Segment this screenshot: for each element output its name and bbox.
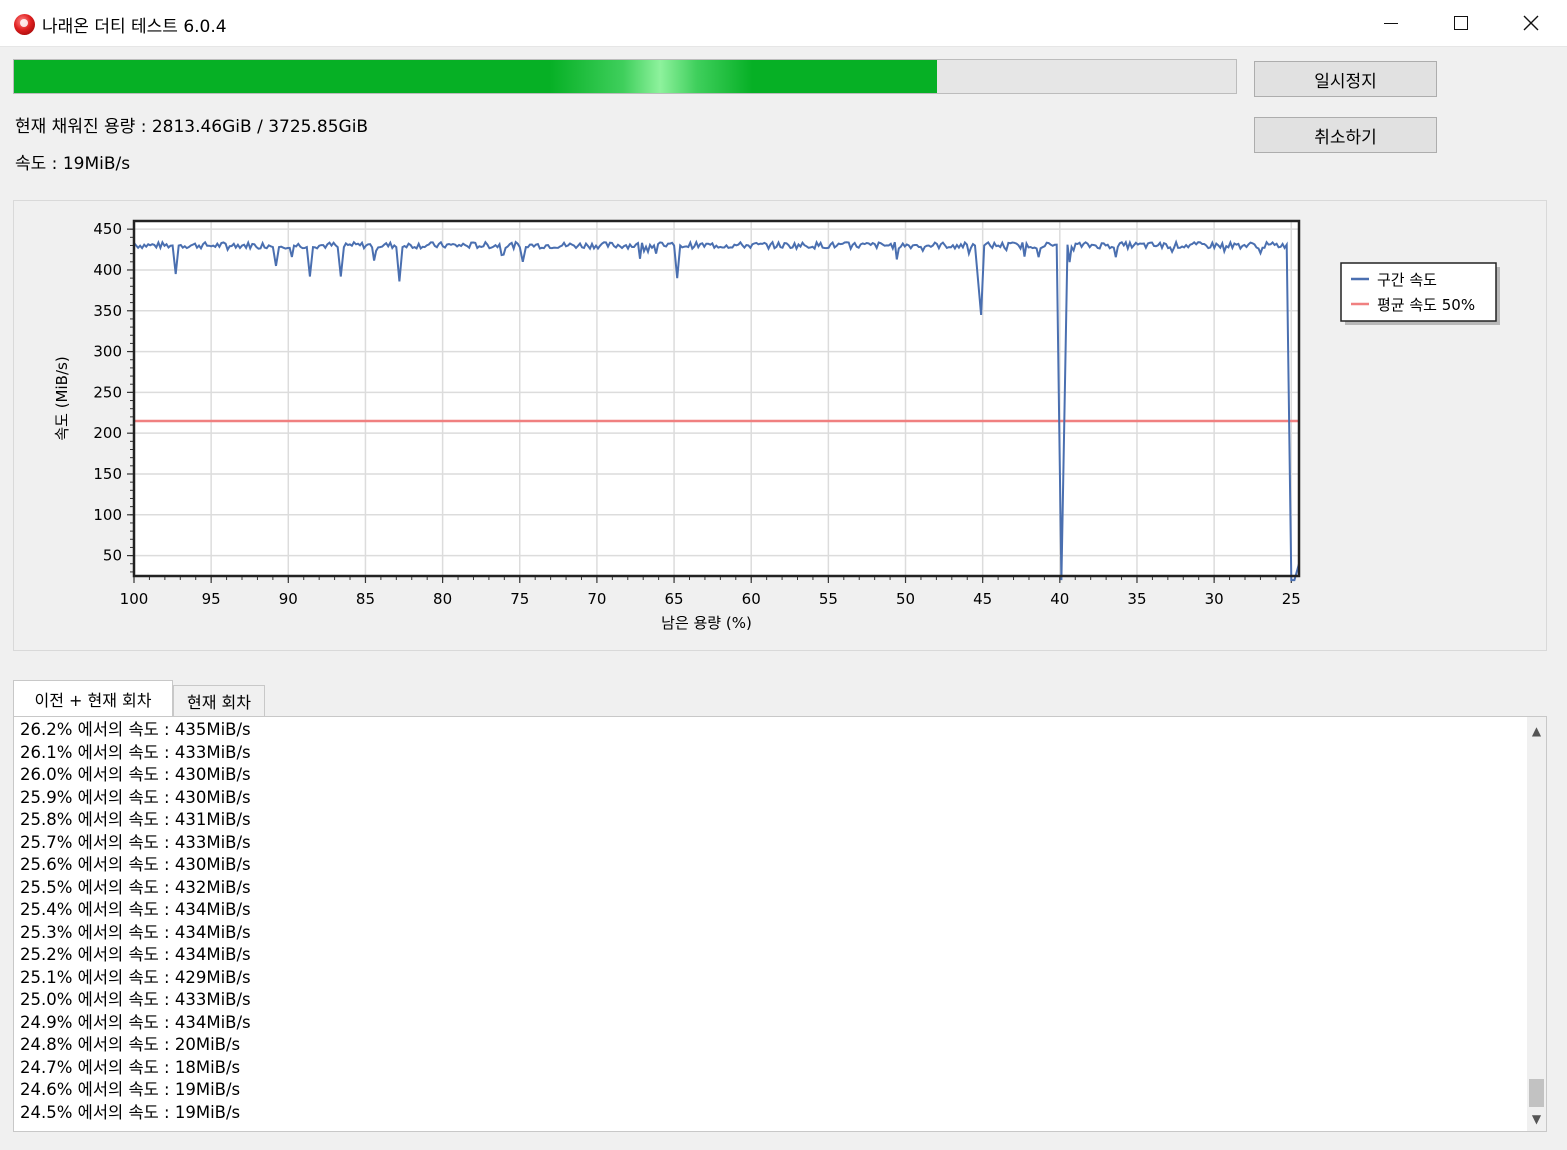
log-line: 24.8% 에서의 속도 : 20MiB/s [20,1035,241,1054]
x-tick-label: 80 [433,590,452,608]
log-line: 25.7% 에서의 속도 : 433MiB/s [20,832,251,852]
scroll-up-icon[interactable]: ▲ [1527,721,1546,741]
legend-label: 구간 속도 [1377,271,1437,289]
scroll-thumb[interactable] [1529,1079,1544,1107]
log-line: 25.5% 에서의 속도 : 432MiB/s [20,877,251,897]
speed-chart-panel: 100 95 90 85 80 75 70 65 60 55 50 45 40 35 30 25 450 400 3… [13,200,1547,651]
x-tick-label: 60 [742,590,761,608]
pause-button[interactable]: 일시정지 [1254,61,1437,97]
minimize-icon [1384,22,1398,24]
maximize-button[interactable] [1426,0,1496,46]
progress-fill [14,60,937,93]
log-line: 24.5% 에서의 속도 : 19MiB/s [20,1102,241,1122]
log-line: 25.1% 에서의 속도 : 429MiB/s [20,967,251,987]
x-tick-label: 55 [819,590,838,608]
window-title: 나래온 더티 테스트 6.0.4 [42,17,227,37]
tab-current-round[interactable]: 현재 회차 [173,685,265,716]
log-line: 24.7% 에서의 속도 : 18MiB/s [20,1057,241,1077]
y-tick-label: 350 [93,302,122,320]
filled-capacity-text: 현재 채워진 용량 : 2813.46GiB / 3725.85GiB [15,117,369,137]
x-tick-label: 45 [973,590,992,608]
title-bar: 나래온 더티 테스트 6.0.4 [0,0,1567,47]
x-tick-label: 65 [665,590,684,608]
x-tick-label: 30 [1205,590,1224,608]
log-line: 25.8% 에서의 속도 : 431MiB/s [20,810,251,829]
x-tick-label: 40 [1050,590,1069,608]
speed-log-list[interactable]: 26.2% 에서의 속도 : 435MiB/s 26.1% 에서의 속도 : 43… [13,716,1547,1132]
x-axis-label: 남은 용량 (%) [661,614,752,632]
log-line: 24.9% 에서의 속도 : 434MiB/s [20,1012,251,1032]
maximize-icon [1454,16,1468,30]
x-tick-label: 95 [202,590,221,608]
y-tick-label: 450 [93,220,122,238]
y-tick-label: 200 [93,424,122,442]
tab-previous-and-current[interactable]: 이전 + 현재 회차 [13,680,173,716]
log-line: 24.6% 에서의 속도 : 19MiB/s [20,1080,241,1099]
y-tick-label: 400 [93,261,122,279]
speed-chart: 100 95 90 85 80 75 70 65 60 55 50 45 40 35 30 25 450 400 3… [53,219,1500,632]
log-scrollbar[interactable]: ▲ ▼ [1527,717,1546,1131]
log-line: 26.1% 에서의 속도 : 433MiB/s [20,742,251,762]
y-axis-label: 속도 (MiB/s) [53,356,71,440]
x-tick-label: 70 [587,590,606,608]
fill-progress-bar [13,59,1237,94]
x-tick-label: 100 [120,590,149,608]
cancel-button[interactable]: 취소하기 [1254,117,1437,153]
log-line: 25.4% 에서의 속도 : 434MiB/s [20,900,251,919]
log-line: 25.6% 에서의 속도 : 430MiB/s [20,855,251,874]
legend-label: 평균 속도 50% [1377,296,1475,314]
close-button[interactable] [1496,0,1566,46]
minimize-button[interactable] [1356,0,1426,46]
log-line: 25.2% 에서의 속도 : 434MiB/s [20,945,251,964]
log-line: 26.0% 에서의 속도 : 430MiB/s [20,765,251,784]
x-tick-label: 90 [279,590,298,608]
y-tick-label: 50 [103,547,122,565]
x-tick-label: 50 [896,590,915,608]
current-speed-text: 속도 : 19MiB/s [15,154,131,174]
x-tick-label: 75 [510,590,529,608]
log-line: 26.2% 에서의 속도 : 435MiB/s [20,720,251,739]
y-tick-label: 150 [93,465,122,483]
app-logo-icon [14,14,35,35]
log-line: 25.0% 에서의 속도 : 433MiB/s [20,990,251,1009]
y-tick-label: 300 [93,343,122,361]
x-tick-label: 85 [356,590,375,608]
x-tick-label: 25 [1282,590,1301,608]
y-tick-label: 250 [93,383,122,401]
log-lines: 26.2% 에서의 속도 : 435MiB/s 26.1% 에서의 속도 : 43… [14,717,1546,1124]
x-tick-label: 35 [1127,590,1146,608]
log-line: 25.3% 에서의 속도 : 434MiB/s [20,922,251,942]
close-icon [1523,15,1539,31]
scroll-down-icon[interactable]: ▼ [1527,1109,1546,1129]
y-tick-label: 100 [93,506,122,524]
log-line: 25.9% 에서의 속도 : 430MiB/s [20,787,251,807]
